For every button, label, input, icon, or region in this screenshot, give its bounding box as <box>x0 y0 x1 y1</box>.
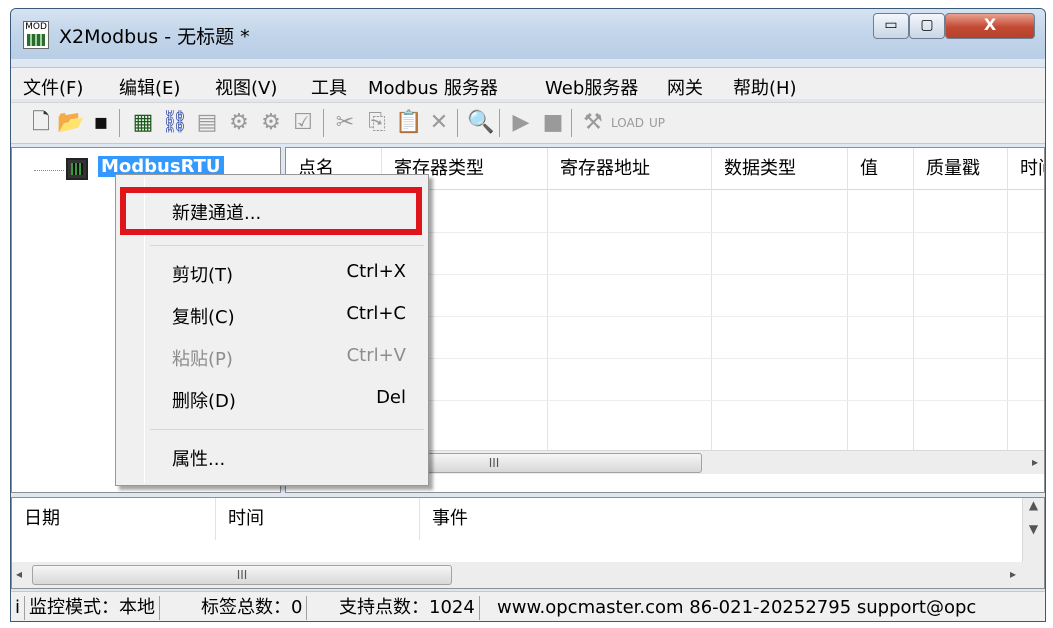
start-icon[interactable]: ▶ <box>507 108 535 138</box>
log-col-time[interactable]: 时间 <box>216 498 420 540</box>
batch-add-icon[interactable]: ⚙ <box>225 108 253 138</box>
ctx-paste-shortcut: Ctrl+V <box>346 345 406 366</box>
menu-help[interactable]: 帮助(H) <box>733 74 797 100</box>
cut-icon[interactable]: ✂ <box>331 108 359 138</box>
menu-modbus-server[interactable]: Modbus 服务器 <box>368 74 498 100</box>
monitor-icon[interactable]: 🔍 <box>467 108 495 138</box>
ctx-delete-shortcut: Del <box>376 387 406 408</box>
ctx-delete[interactable]: 删除(D) <box>172 387 236 413</box>
properties-icon[interactable]: ☑ <box>289 108 317 138</box>
menu-view[interactable]: 视图(V) <box>215 74 277 100</box>
app-icon: MOD <box>23 21 49 49</box>
status-contact: www.opcmaster.com 86-021-20252795 suppor… <box>497 597 977 618</box>
log-scroll-right-arrow-icon[interactable]: ▸ <box>1010 567 1016 581</box>
paste-icon[interactable]: 📋 <box>395 108 423 138</box>
unload-icon[interactable]: UP <box>643 108 671 138</box>
menu-bar: 文件(F) 编辑(E) 视图(V) 工具 Modbus 服务器 Web服务器 网… <box>11 67 1045 99</box>
ctx-cut-shortcut: Ctrl+X <box>346 261 406 282</box>
new-file-icon[interactable]: 🗋 <box>27 108 55 138</box>
minimize-button[interactable]: ▭ <box>873 13 909 39</box>
add-tag-icon[interactable]: ▤ <box>193 108 221 138</box>
copy-icon[interactable]: ⎘ <box>363 108 391 138</box>
col-data-type[interactable]: 数据类型 <box>712 148 848 190</box>
close-button[interactable]: X <box>945 13 1035 39</box>
scroll-left-arrow-icon[interactable]: ◂ <box>16 567 22 581</box>
device-icon <box>66 158 88 180</box>
status-prefix: i <box>11 596 26 620</box>
log-col-event[interactable]: 事件 <box>420 498 820 540</box>
open-folder-icon[interactable]: 📂 <box>57 108 85 138</box>
ctx-cut[interactable]: 剪切(T) <box>172 261 233 287</box>
highlight-box <box>120 187 422 235</box>
ctx-paste[interactable]: 粘贴(P) <box>172 345 233 371</box>
device-config-icon[interactable]: ⚙ <box>257 108 285 138</box>
tools-icon[interactable]: ⚒ <box>579 108 607 138</box>
col-time[interactable]: 时间 <box>1008 148 1044 190</box>
save-icon[interactable]: ▪ <box>87 108 115 138</box>
col-quality[interactable]: 质量戳 <box>914 148 1008 190</box>
status-monitor-mode: 监控模式：本地 <box>25 596 160 620</box>
event-log: 日期 时间 事件 ▲ ▼ ◂ III ▸ <box>11 497 1045 589</box>
scroll-down-arrow-icon[interactable]: ▼ <box>1023 522 1044 536</box>
log-col-date[interactable]: 日期 <box>12 498 216 540</box>
app-icon-text: MOD <box>25 22 47 32</box>
log-horizontal-scrollbar[interactable]: ◂ III ▸ <box>12 562 1044 588</box>
menu-web-server[interactable]: Web服务器 <box>545 74 638 100</box>
ctx-properties[interactable]: 属性... <box>172 445 225 471</box>
status-supported-points: 支持点数：1024 <box>335 596 480 620</box>
title-bar[interactable]: MOD X2Modbus - 无标题 * ▭ ▢ X <box>11 9 1045 59</box>
log-scroll-thumb[interactable]: III <box>32 565 452 585</box>
add-device-icon[interactable]: ▦ <box>129 108 157 138</box>
ctx-copy[interactable]: 复制(C) <box>172 303 235 329</box>
toolbar: 🗋 📂 ▪ ▦ ⛓ ▤ ⚙ ⚙ ☑ ✂ ⎘ 📋 ✕ 🔍 ▶ ■ ⚒ LOAD U… <box>11 102 1045 144</box>
context-menu: 新建通道... 剪切(T) Ctrl+X 复制(C) Ctrl+C 粘贴(P) … <box>115 174 429 486</box>
status-bar: i 监控模式：本地 标签总数：0 支持点数：1024 www.opcmaster… <box>11 591 1045 621</box>
ctx-copy-shortcut: Ctrl+C <box>346 303 406 324</box>
window-title: X2Modbus - 无标题 * <box>59 26 250 48</box>
menu-file[interactable]: 文件(F) <box>23 74 83 100</box>
col-register-address[interactable]: 寄存器地址 <box>548 148 712 190</box>
stop-icon[interactable]: ■ <box>539 108 567 138</box>
status-tag-count: 标签总数：0 <box>197 596 308 620</box>
menu-gateway[interactable]: 网关 <box>667 74 703 100</box>
scroll-up-arrow-icon[interactable]: ▲ <box>1023 498 1044 512</box>
scroll-right-arrow-icon[interactable]: ▸ <box>1032 455 1038 469</box>
menu-tools[interactable]: 工具 <box>311 74 347 100</box>
load-icon[interactable]: LOAD <box>611 108 644 138</box>
add-channel-icon[interactable]: ⛓ <box>161 108 189 138</box>
maximize-button[interactable]: ▢ <box>909 13 945 39</box>
col-value[interactable]: 值 <box>848 148 914 190</box>
menu-edit[interactable]: 编辑(E) <box>119 74 180 100</box>
delete-icon[interactable]: ✕ <box>425 108 453 138</box>
log-vertical-scrollbar[interactable]: ▲ ▼ <box>1022 498 1044 562</box>
